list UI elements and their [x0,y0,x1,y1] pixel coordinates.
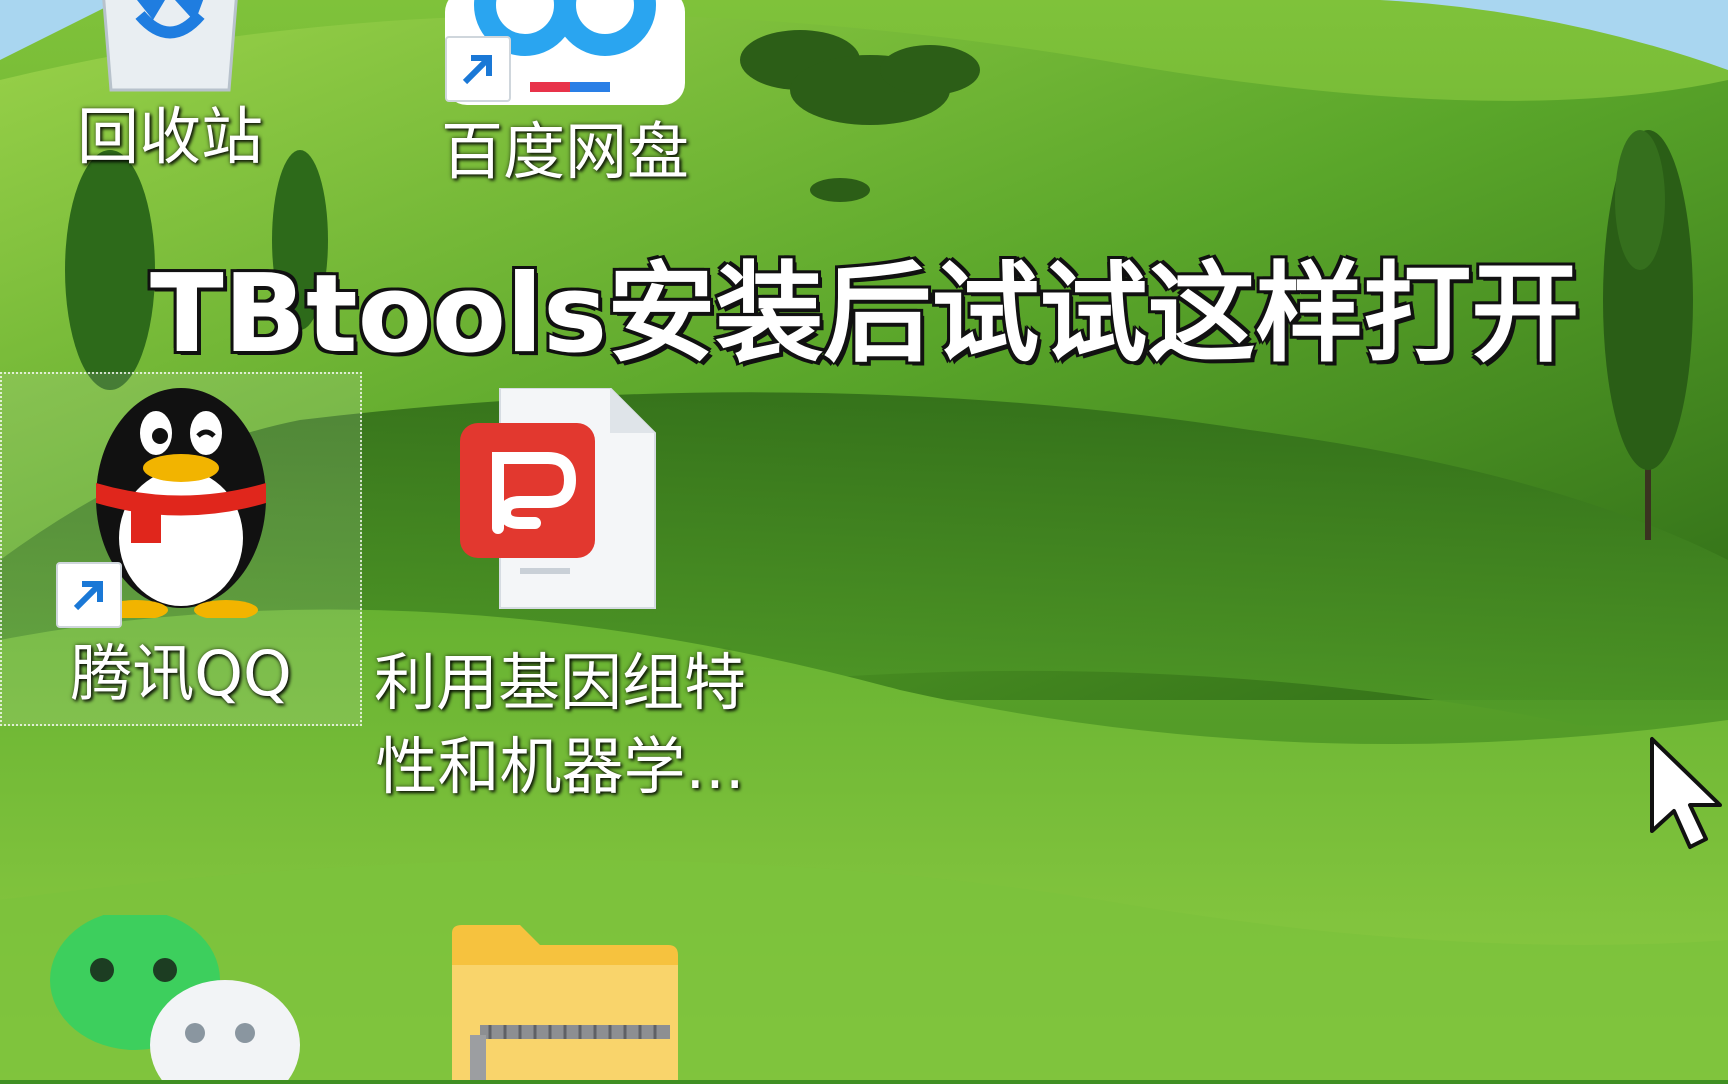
shortcut-arrow-icon [56,562,122,628]
zip-folder-icon [450,925,680,1080]
desktop-icon-pdf-document[interactable]: 利用基因组特 性和机器学... [360,387,760,809]
shortcut-arrow-icon [445,36,511,102]
baidu-netdisk-icon [435,0,695,110]
recycle-bin-label: 回收站 [76,100,263,173]
pdf-label-line1: 利用基因组特 [373,646,746,719]
wechat-icon [40,910,300,1084]
desktop-icon-qq[interactable]: 腾讯QQ [0,372,362,726]
qq-label: 腾讯QQ [70,637,292,710]
pdf-document-icon [460,387,660,613]
desktop-icon-recycle-bin[interactable]: 回收站 [40,0,300,179]
video-caption: TBtools安装后试试这样打开 [149,251,1581,379]
desktop-icon-zip-folder[interactable] [450,925,680,1080]
mouse-cursor-icon [1650,737,1722,849]
pdf-label-line2: 性和机器学... [375,730,745,803]
recycle-bin-icon [95,0,245,95]
baidu-netdisk-label: 百度网盘 [440,115,689,188]
desktop-icon-baidu-netdisk[interactable]: 百度网盘 [430,0,700,194]
desktop-icon-wechat[interactable] [40,910,300,1084]
qq-penguin-icon [56,378,286,628]
